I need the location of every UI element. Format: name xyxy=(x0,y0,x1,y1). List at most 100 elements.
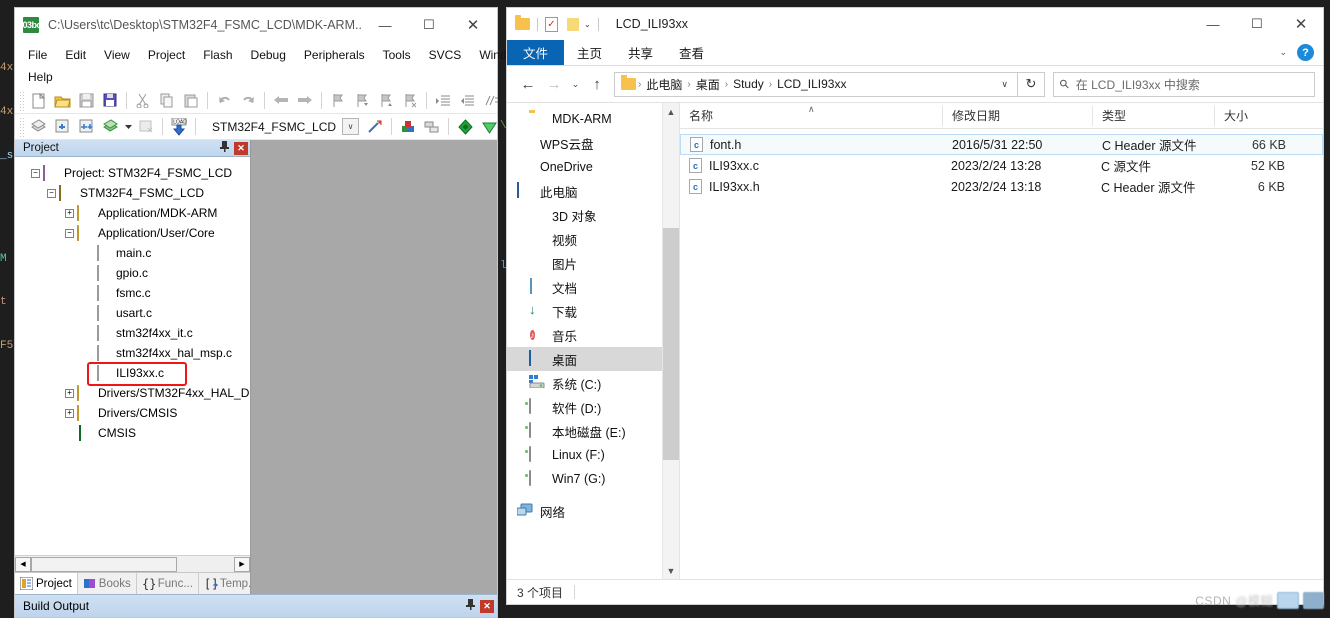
menu-item-debug[interactable]: Debug xyxy=(242,46,295,64)
comment-lines-icon[interactable] xyxy=(479,90,503,112)
tab-project[interactable]: Project xyxy=(15,573,78,594)
hscroll-track[interactable] xyxy=(31,556,234,572)
up-icon[interactable]: ↑ xyxy=(584,71,610,97)
pin-icon[interactable] xyxy=(217,141,231,155)
scroll-track[interactable] xyxy=(662,120,679,562)
keil-minimize-button[interactable]: — xyxy=(363,10,407,40)
ribbon-tab-file[interactable]: 文件 xyxy=(507,40,565,65)
save-all-icon[interactable] xyxy=(98,90,122,112)
bookmark-toggle-icon[interactable] xyxy=(326,90,350,112)
recent-locations-icon[interactable]: ⌄ xyxy=(567,71,584,97)
sidebar-item-3d-objects[interactable]: 3D 对象 xyxy=(507,203,679,227)
tree-node-project[interactable]: − Project: STM32F4_FSMC_LCD xyxy=(21,163,250,183)
sidebar-item-system-c[interactable]: 系统 (C:) xyxy=(507,371,679,395)
menu-item-svcs[interactable]: SVCS xyxy=(420,46,471,64)
keil-editor-area[interactable] xyxy=(251,140,497,594)
tree-node-drivers-hal[interactable]: + Drivers/STM32F4xx_HAL_Driv xyxy=(21,383,250,403)
column-header-size[interactable]: 大小 xyxy=(1214,105,1299,126)
expander-icon[interactable]: + xyxy=(65,388,74,398)
sidebar-item-this-pc[interactable]: 此电脑 xyxy=(507,179,679,203)
tree-node-drivers-cmsis[interactable]: + Drivers/CMSIS xyxy=(21,403,250,423)
tree-node-cmsis[interactable]: CMSIS xyxy=(21,423,250,443)
sidebar-item-downloads[interactable]: ↓ 下载 xyxy=(507,299,679,323)
scroll-down-button[interactable]: ▼ xyxy=(663,562,680,579)
help-icon[interactable]: ? xyxy=(1297,44,1314,61)
indent-increase-icon[interactable] xyxy=(431,90,455,112)
expander-icon[interactable]: − xyxy=(65,228,74,238)
expander-icon[interactable]: + xyxy=(65,208,74,218)
properties-icon[interactable]: ✓ xyxy=(545,16,558,32)
menu-item-tools[interactable]: Tools xyxy=(374,46,420,64)
file-list[interactable]: c font.h 2016/5/31 22:50 C Header 源文件 66… xyxy=(680,129,1323,579)
redo-icon[interactable] xyxy=(236,90,260,112)
breadcrumb-desktop[interactable]: 桌面 xyxy=(693,76,723,93)
new-file-icon[interactable] xyxy=(26,90,50,112)
scroll-up-button[interactable]: ▲ xyxy=(663,103,680,120)
keil-close-button[interactable]: ✕ xyxy=(451,10,495,40)
tree-node-main-c[interactable]: main.c xyxy=(21,243,250,263)
menu-item-file[interactable]: File xyxy=(19,46,56,64)
manage-runtime-icon[interactable] xyxy=(396,116,420,138)
ribbon-collapse-icon[interactable]: ⌄ xyxy=(1279,47,1287,58)
tree-node-fsmc-c[interactable]: fsmc.c xyxy=(21,283,250,303)
sidebar-item-network[interactable]: 网络 xyxy=(507,499,679,523)
save-icon[interactable] xyxy=(74,90,98,112)
sidebar-item-music[interactable]: ♪ 音乐 xyxy=(507,323,679,347)
expander-icon[interactable]: − xyxy=(31,168,40,178)
open-file-icon[interactable] xyxy=(50,90,74,112)
keil-maximize-button[interactable]: ☐ xyxy=(407,10,451,40)
translate-file-icon[interactable] xyxy=(50,116,74,138)
batch-build-dropdown-icon[interactable] xyxy=(122,116,134,138)
sidebar-item-pictures[interactable]: 图片 xyxy=(507,251,679,275)
breadcrumb-dropdown-icon[interactable]: ∨ xyxy=(996,79,1013,90)
hscroll-thumb[interactable] xyxy=(31,556,178,572)
build-output-close-button[interactable]: ✕ xyxy=(480,599,494,613)
copy-icon[interactable] xyxy=(155,90,179,112)
ribbon-tab-share[interactable]: 共享 xyxy=(615,40,666,65)
project-panel-close-button[interactable]: ✕ xyxy=(234,141,248,155)
scroll-left-button[interactable]: ◀ xyxy=(15,556,31,572)
tree-node-target[interactable]: − STM32F4_FSMC_LCD xyxy=(21,183,250,203)
batch-build-icon[interactable] xyxy=(98,116,122,138)
column-header-date-modified[interactable]: 修改日期 xyxy=(942,105,1092,126)
cmsis-pack-icon[interactable] xyxy=(453,116,477,138)
tree-node-stm32f4xx-it-c[interactable]: stm32f4xx_it.c xyxy=(21,323,250,343)
target-options-icon[interactable] xyxy=(363,116,387,138)
rebuild-icon[interactable] xyxy=(74,116,98,138)
bookmark-clear-icon[interactable] xyxy=(398,90,422,112)
sidebar-item-mdk-arm[interactable]: MDK-ARM xyxy=(507,107,679,131)
sidebar-item-videos[interactable]: 视频 xyxy=(507,227,679,251)
search-input[interactable]: ⚲ 在 LCD_ILI93xx 中搜索 xyxy=(1053,71,1315,97)
breadcrumb-this-pc[interactable]: 此电脑 xyxy=(643,76,685,93)
bookmark-prev-icon[interactable] xyxy=(350,90,374,112)
sidebar-item-drive-g[interactable]: Win7 (G:) xyxy=(507,467,679,491)
target-selector[interactable]: STM32F4_FSMC_LCD ∨ xyxy=(206,118,360,135)
undo-icon[interactable] xyxy=(212,90,236,112)
tree-node-application-mdk-arm[interactable]: + Application/MDK-ARM xyxy=(21,203,250,223)
menu-item-edit[interactable]: Edit xyxy=(56,46,95,64)
forward-icon[interactable]: → xyxy=(541,71,567,97)
paste-icon[interactable] xyxy=(179,90,203,112)
expander-icon[interactable]: + xyxy=(65,408,74,418)
breadcrumb-study[interactable]: Study xyxy=(730,77,767,91)
multi-project-icon[interactable] xyxy=(420,116,444,138)
chevron-down-icon[interactable]: ∨ xyxy=(342,118,360,135)
new-folder-icon[interactable] xyxy=(567,17,579,31)
sidebar-item-wps-cloud[interactable]: WPS云盘 xyxy=(507,131,679,155)
scroll-right-button[interactable]: ▶ xyxy=(234,556,250,572)
menu-item-flash[interactable]: Flash xyxy=(194,46,241,64)
toolbar-grip[interactable] xyxy=(19,116,26,137)
menu-item-help[interactable]: Help xyxy=(19,68,62,86)
navigate-back-icon[interactable] xyxy=(269,90,293,112)
ribbon-tab-view[interactable]: 查看 xyxy=(666,40,717,65)
explorer-minimize-button[interactable]: — xyxy=(1191,9,1235,39)
pack-installer-icon[interactable] xyxy=(477,116,501,138)
refresh-icon[interactable]: ↻ xyxy=(1018,71,1045,97)
navigate-forward-icon[interactable] xyxy=(293,90,317,112)
menu-item-view[interactable]: View xyxy=(95,46,139,64)
tree-node-usart-c[interactable]: usart.c xyxy=(21,303,250,323)
tab-functions[interactable]: {} Func... xyxy=(137,573,199,594)
download-icon[interactable]: LOAD xyxy=(167,116,191,138)
explorer-maximize-button[interactable]: ☐ xyxy=(1235,9,1279,39)
column-header-type[interactable]: 类型 xyxy=(1092,105,1214,126)
